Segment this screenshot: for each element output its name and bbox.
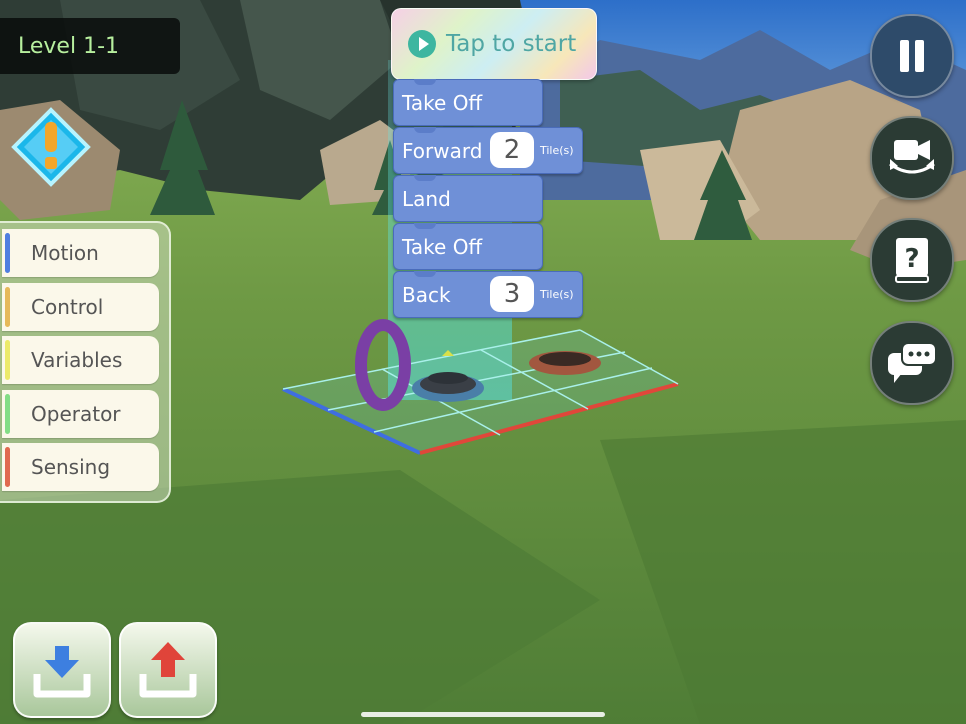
category-label: Operator <box>31 402 121 426</box>
block-land[interactable]: Land <box>393 175 543 222</box>
import-button[interactable] <box>13 622 111 718</box>
block-notch <box>414 175 436 181</box>
help-button[interactable]: ? <box>870 218 954 302</box>
block-label: Forward <box>402 138 483 163</box>
category-motion[interactable]: Motion <box>2 229 159 277</box>
category-label: Variables <box>31 348 123 372</box>
export-button[interactable] <box>119 622 217 718</box>
camera-rotate-icon <box>889 140 935 174</box>
category-sensing[interactable]: Sensing <box>2 443 159 491</box>
camera-switch-button[interactable] <box>870 116 954 200</box>
forward-tiles-input[interactable]: 2 <box>490 132 534 168</box>
block-label: Take Off <box>402 234 483 259</box>
home-indicator[interactable] <box>361 712 605 717</box>
category-swatch <box>5 394 10 434</box>
chat-button[interactable] <box>870 321 954 405</box>
start-label: Tap to start <box>446 31 577 57</box>
block-back[interactable]: Back 3 Tile(s) <box>393 271 583 318</box>
block-notch <box>414 223 436 229</box>
alert-icon[interactable] <box>10 106 92 188</box>
category-control[interactable]: Control <box>2 283 159 331</box>
svg-text:?: ? <box>904 244 919 274</box>
block-take-off-2[interactable]: Take Off <box>393 223 543 270</box>
category-label: Control <box>31 295 104 319</box>
play-icon <box>408 30 436 58</box>
block-notch <box>414 271 436 277</box>
block-unit: Tile(s) <box>540 144 574 157</box>
import-icon <box>33 646 91 698</box>
tap-to-start-button[interactable]: Tap to start <box>391 8 597 80</box>
block-category-panel: Motion Control Variables Operator Sensin… <box>0 221 171 503</box>
export-icon <box>139 642 197 698</box>
category-label: Sensing <box>31 455 111 479</box>
pause-button[interactable] <box>870 14 954 98</box>
block-label: Land <box>402 186 451 211</box>
level-badge: Level 1-1 <box>0 18 180 74</box>
block-label: Back <box>402 282 451 307</box>
block-take-off[interactable]: Take Off <box>393 79 543 126</box>
pause-icon <box>900 40 924 72</box>
block-notch <box>414 79 436 85</box>
category-swatch <box>5 447 10 487</box>
block-notch <box>414 127 436 133</box>
chat-icon <box>888 342 937 383</box>
category-operator[interactable]: Operator <box>2 390 159 438</box>
block-label: Take Off <box>402 90 483 115</box>
category-variables[interactable]: Variables <box>2 336 159 384</box>
help-book-icon: ? <box>895 238 929 283</box>
program-block-stack: Tap to start Take Off Forward 2 Tile(s) … <box>391 8 601 328</box>
category-swatch <box>5 233 10 273</box>
back-tiles-input[interactable]: 3 <box>490 276 534 312</box>
category-swatch <box>5 287 10 327</box>
block-unit: Tile(s) <box>540 288 574 301</box>
block-forward[interactable]: Forward 2 Tile(s) <box>393 127 583 174</box>
category-swatch <box>5 340 10 380</box>
category-label: Motion <box>31 241 99 265</box>
level-label: Level 1-1 <box>18 33 119 59</box>
